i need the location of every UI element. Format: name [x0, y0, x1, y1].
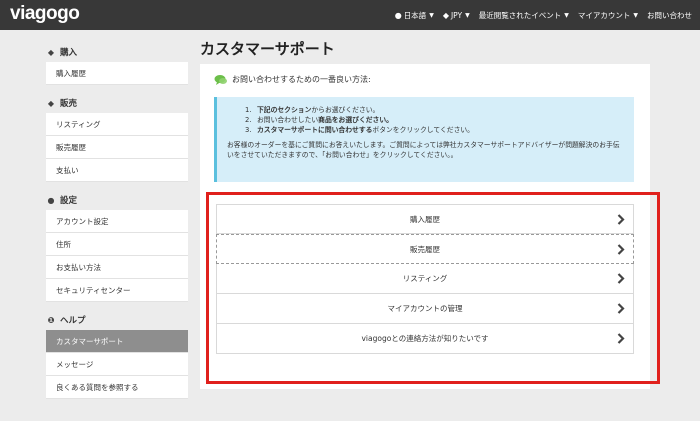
sidebar-item-listings[interactable]: リスティング — [46, 113, 188, 136]
caret-down-icon: ▼ — [465, 11, 470, 19]
globe-icon: ● — [394, 10, 402, 20]
tag-icon: ◆ — [47, 98, 55, 108]
viagogo-logo[interactable]: viagogo — [10, 3, 80, 25]
steps-list: 1. 下記のセクションからお選びください。 2. お問い合わせしたい商品をお選び… — [245, 105, 624, 136]
caret-down-icon: ▼ — [429, 11, 434, 19]
my-account-menu[interactable]: マイアカウント ▼ — [578, 10, 638, 21]
howto-header: お問い合わせするための一番良い方法: — [214, 74, 371, 85]
section-settings: ● 設定 — [46, 190, 188, 210]
section-purchase: ◆ 購入 — [46, 42, 188, 62]
step-2: 2. お問い合わせしたい商品をお選びください。 — [245, 116, 393, 125]
top-nav: ● 日本語 ▼ ◆ JPY ▼ 最近閲覧されたイベント ▼ マイアカウント ▼ … — [395, 0, 692, 30]
caret-down-icon: ▼ — [564, 11, 569, 19]
section-title: 購入 — [60, 48, 78, 58]
info-icon: ❶ — [47, 315, 55, 325]
info-box: 1. 下記のセクションからお選びください。 2. お問い合わせしたい商品をお選び… — [214, 97, 634, 182]
sidebar-item-customer-support[interactable]: カスタマーサポート — [46, 330, 188, 353]
sidebar: ◆ 購入 購入履歴 ◆ 販売 リスティング 販売履歴 支払い ● 設定 アカウン… — [46, 42, 188, 399]
step-3: 3. カスタマーサポートに問い合わせするボタンをクリックしてください。 — [245, 126, 474, 135]
my-account-label: マイアカウント — [577, 10, 631, 20]
howto-text: お問い合わせするための一番良い方法: — [232, 75, 371, 84]
section-title: ヘルプ — [60, 316, 86, 326]
language-label: 日本語 — [403, 10, 427, 20]
tag-icon: ◆ — [47, 47, 55, 57]
top-bar: viagogo ● 日本語 ▼ ◆ JPY ▼ 最近閲覧されたイベント ▼ マイ… — [0, 0, 700, 30]
contact-link[interactable]: お問い合わせ — [647, 10, 692, 21]
recent-events-label: 最近閲覧されたイベント — [478, 10, 562, 20]
section-help: ❶ ヘルプ — [46, 310, 188, 330]
currency-menu[interactable]: ◆ JPY ▼ — [443, 11, 470, 20]
sidebar-item-payments[interactable]: 支払い — [46, 159, 188, 182]
section-title: 販売 — [60, 99, 78, 109]
step-1: 1. 下記のセクションからお選びください。 — [245, 106, 380, 114]
info-note: お客様のオーダーを基にご質問にお答えいたします。ご質問によっては弊社カスタマーサ… — [227, 140, 620, 160]
section-sales: ◆ 販売 — [46, 93, 188, 113]
language-menu[interactable]: ● 日本語 ▼ — [395, 10, 434, 21]
sidebar-item-payment-methods[interactable]: お支払い方法 — [46, 256, 188, 279]
sidebar-item-sales-history[interactable]: 販売履歴 — [46, 136, 188, 159]
sidebar-item-security-center[interactable]: セキュリティセンター — [46, 279, 188, 302]
recent-events-menu[interactable]: 最近閲覧されたイベント ▼ — [479, 10, 569, 21]
yen-icon: ◆ — [442, 10, 449, 20]
sidebar-item-account-settings[interactable]: アカウント設定 — [46, 210, 188, 233]
sidebar-item-address[interactable]: 住所 — [46, 233, 188, 256]
page-title: カスタマーサポート — [200, 40, 335, 58]
annotation-highlight-box — [206, 192, 660, 384]
caret-down-icon: ▼ — [633, 11, 638, 19]
contact-label: お問い合わせ — [647, 10, 692, 20]
currency-label: JPY — [450, 10, 463, 20]
user-icon: ● — [47, 195, 55, 205]
chat-icon — [214, 74, 227, 85]
section-title: 設定 — [60, 196, 78, 206]
sidebar-item-faq[interactable]: 良くある質問を参照する — [46, 376, 188, 399]
sidebar-item-messages[interactable]: メッセージ — [46, 353, 188, 376]
sidebar-item-purchase-history[interactable]: 購入履歴 — [46, 62, 188, 85]
